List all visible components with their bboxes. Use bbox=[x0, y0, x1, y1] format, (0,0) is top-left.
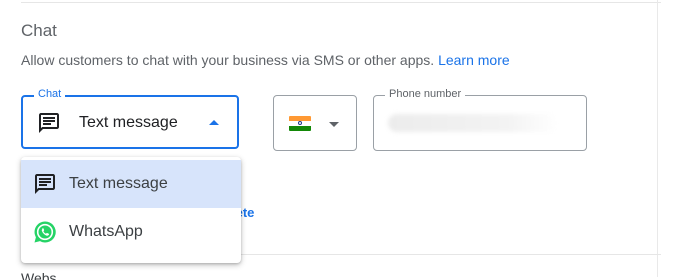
next-section-title: Webs bbox=[21, 270, 57, 280]
description-text: Allow customers to chat with your busine… bbox=[21, 52, 435, 68]
whatsapp-icon bbox=[33, 220, 57, 244]
caret-down-icon bbox=[329, 122, 339, 127]
chat-type-select[interactable]: Chat Text message bbox=[21, 88, 239, 149]
india-flag-icon bbox=[289, 116, 311, 131]
message-icon bbox=[33, 172, 57, 196]
chat-select-value: Text message bbox=[79, 114, 178, 131]
menu-item-whatsapp[interactable]: WhatsApp bbox=[21, 208, 241, 256]
top-divider bbox=[21, 2, 661, 3]
phone-number-field[interactable]: Phone number bbox=[373, 88, 587, 151]
learn-more-link[interactable]: Learn more bbox=[438, 52, 510, 68]
country-code-select[interactable] bbox=[273, 95, 357, 151]
panel-edge bbox=[657, 0, 658, 277]
caret-up-icon bbox=[209, 120, 219, 125]
message-icon bbox=[37, 111, 61, 135]
phone-number-label: Phone number bbox=[385, 88, 466, 100]
chat-type-dropdown-menu: Text message WhatsApp bbox=[21, 157, 241, 263]
chat-select-label: Chat bbox=[34, 88, 66, 100]
menu-item-label: WhatsApp bbox=[69, 223, 143, 240]
phone-number-value-redacted bbox=[388, 114, 558, 132]
menu-item-text-message[interactable]: Text message bbox=[21, 160, 241, 208]
section-description: Allow customers to chat with your busine… bbox=[21, 52, 510, 68]
section-title: Chat bbox=[21, 21, 57, 40]
menu-item-label: Text message bbox=[69, 175, 168, 192]
